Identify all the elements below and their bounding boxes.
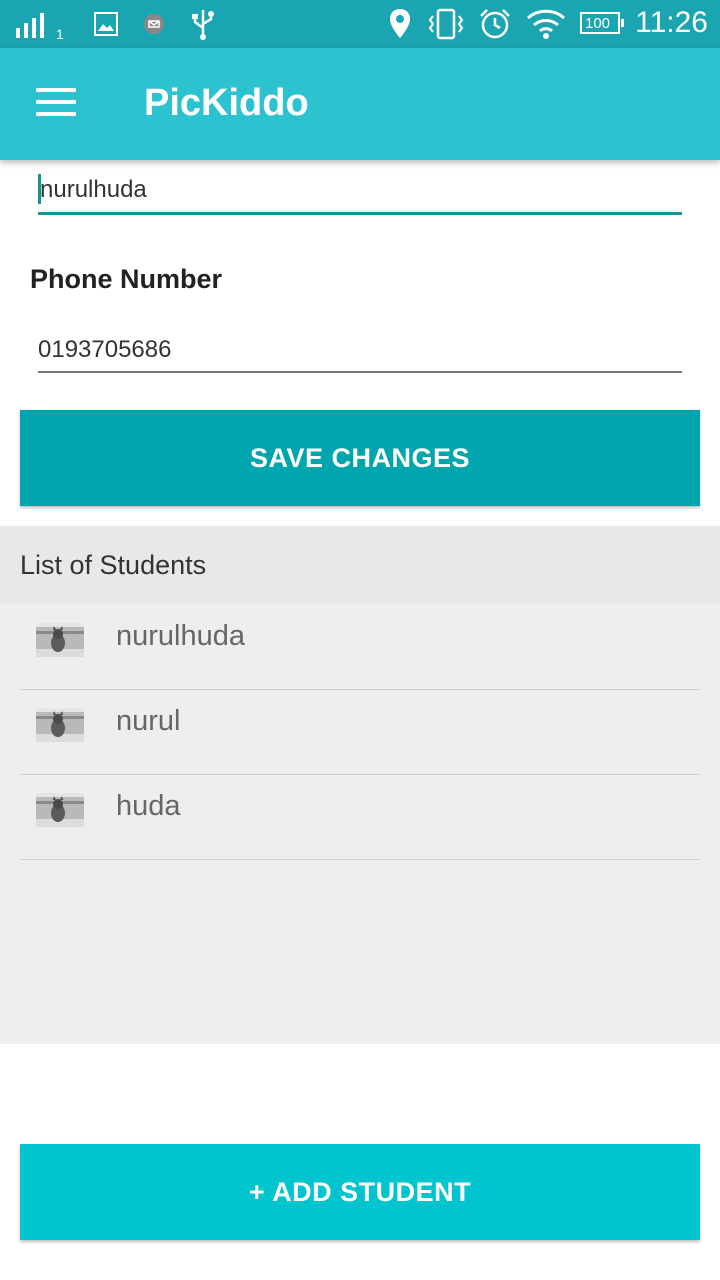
student-name: nurul [116,705,181,737]
save-changes-label: SAVE CHANGES [249,442,471,473]
message-icon [144,14,164,34]
hamburger-menu-icon[interactable] [36,88,76,120]
students-list-panel: List of Students nurulhuda nurul huda [0,526,720,1044]
alarm-icon [480,9,510,39]
phone-number-input[interactable] [38,334,682,366]
signal-icon [16,13,44,38]
phone-label: Phone Number [30,264,223,294]
battery-icon: 100 [580,12,624,34]
students-list-title: List of Students [20,550,207,580]
student-name: nurulhuda [116,620,245,652]
add-student-button[interactable]: + ADD STUDENT [20,1144,700,1240]
status-bar: 1 100 11:26 [0,0,720,48]
app-title: PicKiddo [144,82,309,124]
student-list-item[interactable]: nurul [20,689,700,775]
add-student-label: + ADD STUDENT [248,1176,472,1207]
student-avatar-icon [36,623,84,657]
student-name: huda [116,790,181,822]
battery-level: 100 [585,15,611,32]
usb-icon [192,10,214,40]
app-bar: PicKiddo [0,48,720,160]
student-list-item[interactable]: nurulhuda [20,604,700,690]
student-name-input[interactable] [40,174,682,206]
student-list-item[interactable]: huda [20,774,700,860]
vibrate-icon [428,8,464,40]
clock: 11:26 [635,6,708,39]
location-icon [390,9,410,38]
students-list-header: List of Students [0,526,720,604]
name-input-underline [38,212,682,215]
image-icon [94,12,118,36]
phone-input-underline [38,371,682,373]
wifi-icon [526,9,566,39]
save-changes-button[interactable]: SAVE CHANGES [20,410,700,506]
student-avatar-icon [36,793,84,827]
signal-sub-label: 1 [56,26,64,42]
student-avatar-icon [36,708,84,742]
